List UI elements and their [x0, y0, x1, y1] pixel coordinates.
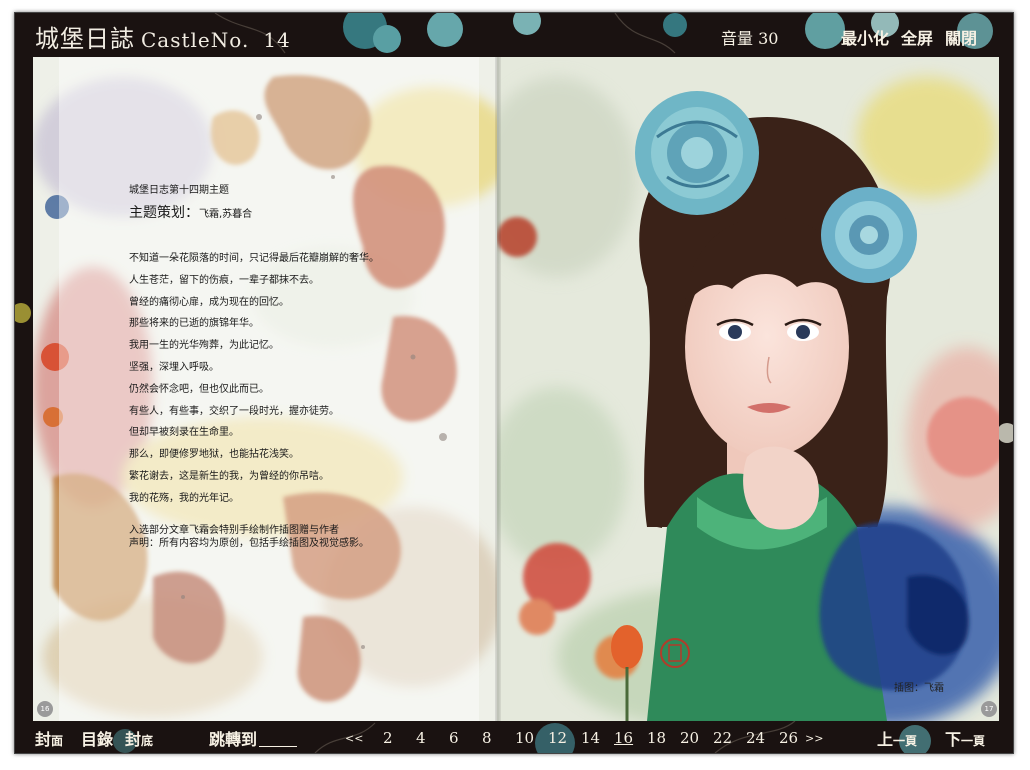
cover-button[interactable]: 封面: [35, 726, 63, 750]
poem-line: 有些人，有些事，交织了一段时光，握亦徒劳。: [129, 405, 339, 417]
left-page[interactable]: 城堡日志第十四期主题 主题策划：飞霜,苏暮合 不知道一朵花陨落的时间，只记得最后…: [33, 57, 497, 721]
title-en: CastleNo.: [141, 28, 250, 52]
poem-line: 我用一生的光华殉葬，为此记忆。: [129, 340, 279, 352]
illustration-caption: 插图：飞霜: [894, 683, 944, 694]
article-text: 城堡日志第十四期主题 主题策划：飞霜,苏暮合 不知道一朵花陨落的时间，只记得最后…: [129, 181, 489, 550]
planner-label: 主题策划：: [129, 205, 199, 221]
note-statement: 声明：所有内容均为原创，包括手绘插图及视觉感影。: [129, 537, 369, 549]
poem-line: 但却早被刻录在生命里。: [129, 427, 239, 439]
cover-label-small: 面: [51, 734, 64, 748]
pager-page-link[interactable]: 10: [515, 729, 534, 747]
pager-page-link[interactable]: 24: [746, 729, 765, 747]
note-selection: 入选部分文章飞霜会特别手绘制作插图赠与作者: [129, 524, 339, 536]
page-number-right: 17: [981, 701, 997, 717]
poem-line: 人生苍茫，留下的伤痕，一辈子都抹不去。: [129, 274, 319, 286]
article-notes: 入选部分文章飞霜会特别手绘制作插图赠与作者 声明：所有内容均为原创，包括手绘插图…: [129, 524, 489, 550]
pager-page-link[interactable]: 26: [779, 729, 798, 747]
magazine-title: 城堡日誌 CastleNo. 14: [35, 19, 291, 54]
pager-current-page[interactable]: 16: [614, 729, 633, 747]
prev-page-button[interactable]: 上一頁: [877, 726, 917, 750]
pager-next-arrow[interactable]: >>: [805, 732, 823, 745]
poem-line: 那么，即便修罗地狱，也能拈花浅笑。: [129, 449, 299, 461]
issue-number: 14: [263, 28, 291, 52]
back-cover-label-small: 底: [141, 734, 154, 748]
article-planner: 主题策划：飞霜,苏暮合: [129, 202, 489, 222]
jump-to-label: 跳轉到: [209, 730, 258, 749]
pager-page-link[interactable]: 20: [680, 729, 699, 747]
back-cover-button[interactable]: 封底: [125, 726, 153, 750]
article-kicker: 城堡日志第十四期主题: [129, 185, 229, 196]
jump-to-page-input[interactable]: [259, 724, 297, 747]
poem-line: 坚强，深埋入呼吸。: [129, 361, 219, 373]
prev-page-label-small: 一頁: [893, 734, 918, 748]
pager-page-link[interactable]: 18: [647, 729, 666, 747]
bottom-navigation: 封面 目錄 封底 跳轉到 << 2 4 6 8 10 12 14 16 18 2…: [15, 721, 1013, 753]
book-spine: [495, 57, 501, 721]
poem-line: 不知道一朵花陨落的时间，只记得最后花瓣崩解的奢华。: [129, 253, 379, 264]
next-page-label: 下: [945, 730, 962, 749]
prev-page-label: 上: [877, 730, 894, 749]
pager-page-link[interactable]: 2: [383, 729, 393, 747]
close-button[interactable]: 關閉: [945, 25, 977, 49]
pager-page-link[interactable]: 6: [449, 729, 459, 747]
pager-page-link[interactable]: 12: [548, 729, 567, 747]
poem-line: 仍然会怀念吧，但也仅此而已。: [129, 383, 269, 395]
poem-line: 繁花谢去，这是新生的我，为曾经的你吊唁。: [129, 470, 329, 482]
title-cn: 城堡日誌: [35, 25, 135, 53]
app-window: 城堡日誌 CastleNo. 14 音量 30 最小化 全屏 關閉 城堡日志第十…: [14, 12, 1014, 754]
cover-label: 封: [35, 730, 52, 749]
poem-line: 那些将来的已逝的旗锦年华。: [129, 318, 259, 330]
magazine-spread: 城堡日志第十四期主题 主题策划：飞霜,苏暮合 不知道一朵花陨落的时间，只记得最后…: [33, 57, 999, 721]
minimize-button[interactable]: 最小化: [841, 25, 889, 49]
pager-page-link[interactable]: 8: [482, 729, 492, 747]
pager-page-link[interactable]: 14: [581, 729, 600, 747]
next-page-button[interactable]: 下一頁: [945, 726, 985, 750]
pager-page-link[interactable]: 22: [713, 729, 732, 747]
top-bar: 城堡日誌 CastleNo. 14 音量 30 最小化 全屏 關閉: [15, 13, 1013, 55]
poem-line: 我的花殇，我的光年记。: [129, 492, 239, 504]
pager-page-link[interactable]: 4: [416, 729, 426, 747]
next-page-label-small: 一頁: [961, 734, 986, 748]
page-number-left: 16: [37, 701, 53, 717]
back-cover-label: 封: [125, 730, 142, 749]
volume-control[interactable]: 音量 30: [721, 25, 778, 49]
illustration-girl-with-flowers: [497, 57, 999, 721]
pager-prev-arrow[interactable]: <<: [345, 732, 363, 745]
fullscreen-button[interactable]: 全屏: [901, 25, 933, 49]
contents-button[interactable]: 目錄: [81, 726, 113, 750]
right-page[interactable]: 插图：飞霜: [497, 57, 999, 721]
poem-line: 曾经的痛彻心扉，成为现在的回忆。: [129, 296, 289, 308]
planner-names: 飞霜,苏暮合: [199, 209, 253, 220]
